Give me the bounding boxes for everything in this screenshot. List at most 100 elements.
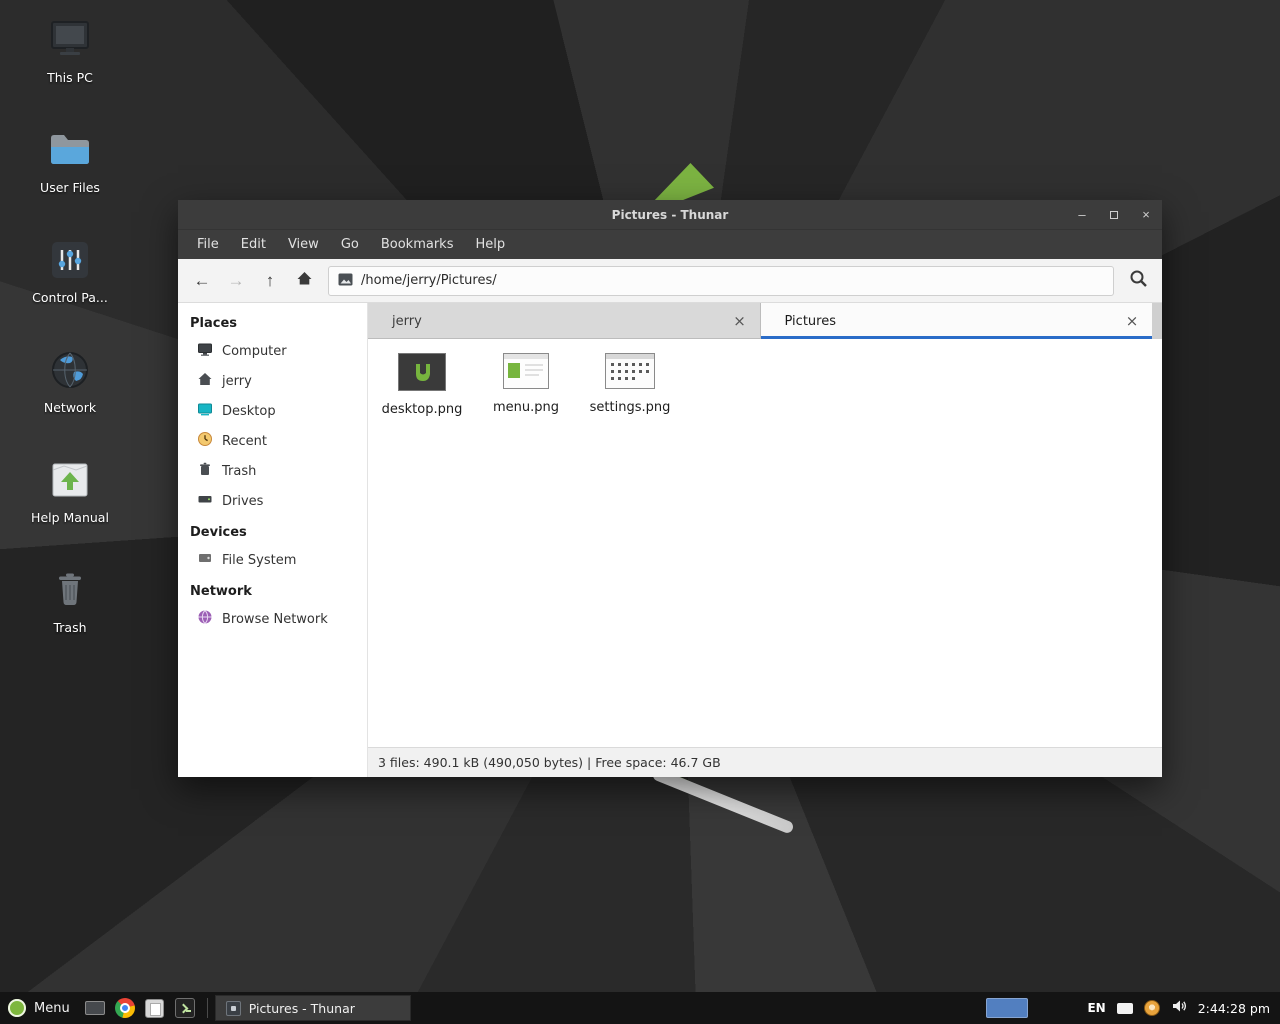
desktop-icon-this-pc[interactable]: This PC: [14, 16, 126, 126]
computer-icon: [197, 341, 213, 361]
menu-view[interactable]: View: [277, 232, 330, 257]
menu-button-label: Menu: [34, 1001, 70, 1016]
update-manager-icon[interactable]: [1144, 1000, 1160, 1016]
system-tray: EN 2:44:28 pm: [986, 998, 1280, 1018]
minimize-button[interactable]: –: [1066, 200, 1098, 229]
taskbar-separator: [207, 998, 208, 1018]
desktop-icon-user-files[interactable]: User Files: [14, 126, 126, 236]
clock-icon: [197, 431, 213, 451]
close-icon[interactable]: ×: [1122, 311, 1142, 331]
location-icon: [338, 271, 353, 290]
keyboard-layout-indicator[interactable]: EN: [1087, 1001, 1105, 1015]
chrome-icon-center: [120, 1003, 130, 1013]
home-icon: [197, 371, 213, 391]
desktop-icon: [197, 401, 213, 421]
sidebar-item-recent[interactable]: Recent: [178, 426, 367, 456]
desktop-icon-network[interactable]: Network: [14, 346, 126, 456]
mint-logo-fragment: [652, 163, 714, 203]
file-name: desktop.png: [382, 402, 463, 417]
desktop-icon-label: Network: [44, 400, 96, 415]
file-name: settings.png: [590, 400, 671, 415]
image-thumbnail: [503, 353, 549, 393]
mint-logo-icon: [8, 999, 26, 1017]
title-bar[interactable]: Pictures - Thunar – ×: [178, 200, 1162, 230]
sidebar-item-label: Computer: [222, 344, 287, 359]
sidebar-item-trash[interactable]: Trash: [178, 456, 367, 486]
thunar-icon: [226, 1001, 241, 1016]
menu-go[interactable]: Go: [330, 232, 370, 257]
up-icon: ↑: [266, 271, 275, 291]
home-icon: [296, 270, 313, 291]
thunar-window: Pictures - Thunar – × File Edit View Go …: [178, 200, 1162, 777]
browser-launcher[interactable]: [110, 992, 140, 1024]
sidebar-item-file-system[interactable]: File System: [178, 545, 367, 575]
file-menu-png[interactable]: menu.png: [478, 349, 574, 415]
maximize-icon: [1110, 211, 1118, 219]
drive-icon: [197, 550, 213, 570]
taskbar-window-button[interactable]: Pictures - Thunar: [215, 995, 411, 1021]
help-manual-icon: [46, 456, 94, 504]
window-title: Pictures - Thunar: [178, 208, 1162, 222]
desktop-icon-help-manual[interactable]: Help Manual: [14, 456, 126, 566]
show-desktop-button[interactable]: [80, 992, 110, 1024]
sidebar-item-browse-network[interactable]: Browse Network: [178, 604, 367, 634]
menu-help[interactable]: Help: [464, 232, 516, 257]
home-button[interactable]: [288, 265, 320, 297]
trash-icon: [197, 461, 213, 481]
sidebar-item-label: Desktop: [222, 404, 276, 419]
status-bar: 3 files: 490.1 kB (490,050 bytes) | Free…: [368, 747, 1162, 777]
menu-file[interactable]: File: [186, 232, 230, 257]
desktop-icon: [85, 1001, 105, 1015]
back-button[interactable]: ←: [186, 265, 218, 297]
sidebar-item-computer[interactable]: Computer: [178, 336, 367, 366]
forward-button[interactable]: →: [220, 265, 252, 297]
search-button[interactable]: [1122, 265, 1154, 297]
sidebar-item-drives[interactable]: Drives: [178, 486, 367, 516]
sidebar-header-places: Places: [178, 307, 367, 336]
back-icon: ←: [194, 271, 211, 291]
close-icon[interactable]: ×: [730, 311, 750, 331]
image-thumbnail: [605, 353, 655, 393]
menu-bookmarks[interactable]: Bookmarks: [370, 232, 465, 257]
sidebar: Places Computer jerry Desktop Recent Tra…: [178, 303, 368, 777]
file-name: menu.png: [493, 400, 559, 415]
menu-button[interactable]: Menu: [0, 992, 80, 1024]
tab-pictures[interactable]: Pictures ×: [761, 303, 1153, 339]
computer-icon: [46, 16, 94, 64]
sidebar-item-desktop[interactable]: Desktop: [178, 396, 367, 426]
network-globe-icon: [46, 346, 94, 394]
file-pane: jerry × Pictures × desktop.png menu.png: [368, 303, 1162, 777]
sidebar-item-label: jerry: [222, 374, 252, 389]
wallpaper-white-streak: [651, 767, 795, 834]
toolbar: ← → ↑ /home/jerry/Pictures/: [178, 259, 1162, 303]
file-manager-launcher[interactable]: [140, 992, 170, 1024]
file-settings-png[interactable]: settings.png: [582, 349, 678, 415]
close-button[interactable]: ×: [1130, 200, 1162, 229]
tab-bar: jerry × Pictures ×: [368, 303, 1162, 339]
sidebar-item-label: Browse Network: [222, 612, 328, 627]
clock[interactable]: 2:44:28 pm: [1198, 1001, 1270, 1016]
file-list[interactable]: desktop.png menu.png settings.png: [368, 339, 1162, 747]
up-button[interactable]: ↑: [254, 265, 286, 297]
sidebar-item-home[interactable]: jerry: [178, 366, 367, 396]
tab-jerry[interactable]: jerry ×: [368, 303, 761, 339]
window-controls: – ×: [1066, 200, 1162, 229]
path-bar[interactable]: /home/jerry/Pictures/: [328, 266, 1114, 296]
workspace-switcher[interactable]: [986, 998, 1028, 1018]
desktop: { "glyphs": { "back": "←", "forward": "→…: [0, 0, 1280, 1024]
sidebar-header-devices: Devices: [178, 516, 367, 545]
keyboard-icon[interactable]: [1117, 1003, 1133, 1014]
desktop-icon-control-panel[interactable]: Control Pa...: [14, 236, 126, 346]
terminal-icon: [175, 998, 195, 1018]
terminal-launcher[interactable]: [170, 992, 200, 1024]
sidebar-header-network: Network: [178, 575, 367, 604]
maximize-button[interactable]: [1098, 200, 1130, 229]
taskbar: Menu Pictures - Thunar EN 2:44:28 pm: [0, 992, 1280, 1024]
menu-edit[interactable]: Edit: [230, 232, 277, 257]
volume-icon[interactable]: [1171, 998, 1187, 1018]
forward-icon: →: [228, 271, 245, 291]
window-main: Places Computer jerry Desktop Recent Tra…: [178, 303, 1162, 777]
desktop-icon-label: Help Manual: [31, 510, 109, 525]
desktop-icon-trash[interactable]: Trash: [14, 566, 126, 676]
file-desktop-png[interactable]: desktop.png: [374, 349, 470, 417]
